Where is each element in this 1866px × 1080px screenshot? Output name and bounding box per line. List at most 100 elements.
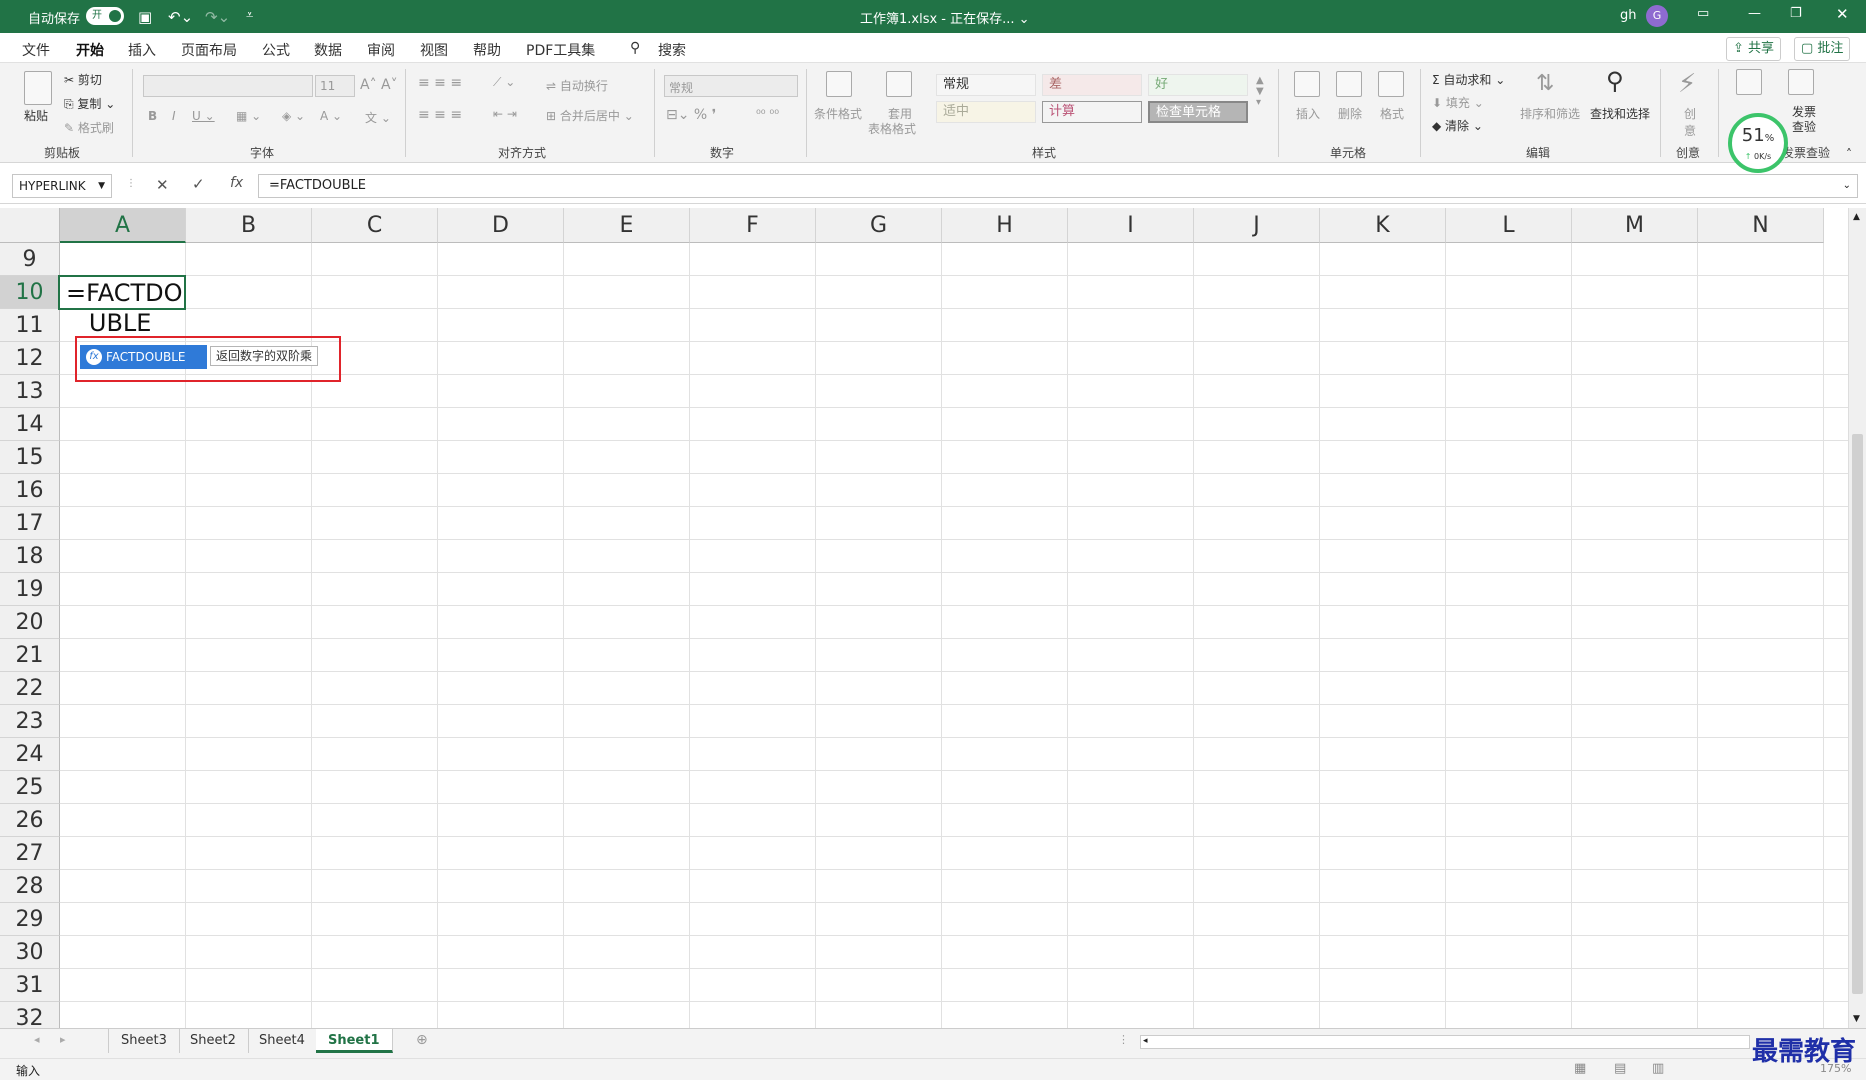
increase-font-icon[interactable]: A˄ A˅ <box>360 77 398 93</box>
minimize-icon[interactable]: — <box>1748 6 1761 21</box>
copy-button[interactable]: ⎘ 复制 ⌄ <box>64 95 115 112</box>
invoice-icon[interactable] <box>1788 69 1814 95</box>
insert-cells-button[interactable]: 插入 <box>1296 105 1320 122</box>
scroll-down-icon[interactable]: ▼ <box>1853 1014 1860 1024</box>
column-header-k[interactable]: K <box>1320 208 1446 243</box>
row-header-27[interactable]: 27 <box>0 837 60 870</box>
ribbon-display-icon[interactable]: ▭ <box>1697 6 1709 21</box>
row-header-16[interactable]: 16 <box>0 474 60 507</box>
row-header-13[interactable]: 13 <box>0 375 60 408</box>
autosave-toggle[interactable]: 开 <box>86 7 124 25</box>
delete-cells-icon[interactable] <box>1336 71 1362 97</box>
style-calculation[interactable]: 计算 <box>1042 101 1142 123</box>
row-header-31[interactable]: 31 <box>0 969 60 1002</box>
column-header-l[interactable]: L <box>1446 208 1572 243</box>
sheet-tab-sheet1[interactable]: Sheet1 <box>316 1029 393 1053</box>
normal-view-icon[interactable]: ▦ <box>1574 1061 1586 1076</box>
number-format-combo[interactable]: 常规 <box>664 75 798 97</box>
row-header-14[interactable]: 14 <box>0 408 60 441</box>
scroll-up-icon[interactable]: ▲ <box>1853 212 1860 222</box>
phonetic-icon[interactable]: 文 ⌄ <box>365 109 391 126</box>
currency-icon[interactable]: ⊟⌄ % ❜ <box>666 107 716 123</box>
fill-button[interactable]: ⬇ 填充 ⌄ <box>1432 94 1484 111</box>
page-break-view-icon[interactable]: ▥ <box>1652 1061 1664 1076</box>
paste-button[interactable]: 粘贴 <box>24 107 48 124</box>
sheet-tab-sheet2[interactable]: Sheet2 <box>178 1029 249 1053</box>
styles-scroll-icon[interactable]: ▲ ▼ ▾ <box>1256 75 1264 108</box>
row-header-28[interactable]: 28 <box>0 870 60 903</box>
format-painter-button[interactable]: ✎ 格式刷 <box>64 119 114 136</box>
row-header-21[interactable]: 21 <box>0 639 60 672</box>
customize-qat-icon[interactable]: ⩡ <box>246 8 253 23</box>
table-format-label-2[interactable]: 表格格式 <box>868 120 916 137</box>
column-header-e[interactable]: E <box>564 208 690 243</box>
fill-color-icon[interactable]: ◈ ⌄ <box>282 109 305 123</box>
sort-filter-button[interactable]: 排序和筛选 <box>1520 105 1580 122</box>
tab-home[interactable]: 开始 <box>76 40 104 67</box>
tab-help[interactable]: 帮助 <box>473 40 501 60</box>
more-icon[interactable]: ⋮ <box>126 178 136 189</box>
creative-button[interactable]: 创 意 <box>1684 105 1696 139</box>
style-bad[interactable]: 差 <box>1042 74 1142 96</box>
select-all-button[interactable] <box>0 208 60 243</box>
row-header-19[interactable]: 19 <box>0 573 60 606</box>
close-icon[interactable]: ✕ <box>1836 5 1849 23</box>
italic-icon[interactable]: I <box>172 109 176 123</box>
tab-view[interactable]: 视图 <box>420 40 448 60</box>
spreadsheet-grid[interactable]: ABCDEFGHIJKLMN 9 10 11 12 13 14 15 16 17 18 19 20 21… <box>0 208 1848 1028</box>
user-name[interactable]: gh <box>1620 8 1637 23</box>
page-layout-view-icon[interactable]: ▤ <box>1614 1061 1626 1076</box>
sheet-tab-sheet4[interactable]: Sheet4 <box>247 1029 318 1053</box>
invoice-label-2[interactable]: 查验 <box>1792 118 1816 135</box>
row-header-18[interactable]: 18 <box>0 540 60 573</box>
lightning-icon[interactable]: ⚡ <box>1678 69 1696 99</box>
stamp-icon[interactable] <box>1736 69 1762 95</box>
tab-review[interactable]: 审阅 <box>367 40 395 60</box>
column-header-m[interactable]: M <box>1572 208 1698 243</box>
expand-formula-icon[interactable]: ⌄ <box>1843 175 1851 197</box>
cut-button[interactable]: ✂ 剪切 <box>64 71 102 88</box>
redo-icon[interactable]: ↷⌄ <box>205 8 230 26</box>
underline-icon[interactable]: U ⌄ <box>192 109 215 123</box>
row-header-25[interactable]: 25 <box>0 771 60 804</box>
column-header-h[interactable]: H <box>942 208 1068 243</box>
find-select-icon[interactable]: ⚲ <box>1606 67 1624 95</box>
style-check-cell[interactable]: 检查单元格 <box>1148 101 1248 123</box>
add-sheet-icon[interactable]: ⊕ <box>416 1032 428 1048</box>
format-cells-button[interactable]: 格式 <box>1380 105 1404 122</box>
format-cells-icon[interactable] <box>1378 71 1404 97</box>
tab-formulas[interactable]: 公式 <box>262 40 290 60</box>
table-format-icon[interactable] <box>886 71 912 97</box>
row-header-17[interactable]: 17 <box>0 507 60 540</box>
row-header-9[interactable]: 9 <box>0 243 60 276</box>
clear-button[interactable]: ◆ 清除 ⌄ <box>1432 117 1483 134</box>
chevron-down-icon[interactable]: ▼ <box>98 175 105 197</box>
conditional-format-button[interactable]: 条件格式 <box>814 105 862 122</box>
document-title[interactable]: 工作簿1.xlsx - 正在保存... ⌄ <box>860 8 1030 27</box>
row-header-11[interactable]: 11 <box>0 309 60 342</box>
next-sheet-icon[interactable]: ▸ <box>60 1033 66 1046</box>
prev-sheet-icon[interactable]: ◂ <box>34 1033 40 1046</box>
wrap-text-button[interactable]: ⇌ 自动换行 <box>546 77 608 94</box>
style-normal[interactable]: 常规 <box>936 74 1036 96</box>
horizontal-scrollbar[interactable]: ◂ <box>1140 1035 1750 1049</box>
search-icon[interactable]: ⚲ <box>630 40 640 56</box>
save-icon[interactable]: ▣ <box>138 8 152 26</box>
insert-function-icon[interactable]: fx <box>230 175 243 191</box>
merge-center-button[interactable]: ⊞ 合并后居中 ⌄ <box>546 107 634 124</box>
insert-cells-icon[interactable] <box>1294 71 1320 97</box>
column-header-n[interactable]: N <box>1698 208 1824 243</box>
row-header-26[interactable]: 26 <box>0 804 60 837</box>
search-box[interactable]: 搜索 <box>658 40 686 60</box>
column-header-f[interactable]: F <box>690 208 816 243</box>
formula-input[interactable]: =FACTDOUBLE ⌄ <box>258 174 1858 198</box>
row-header-23[interactable]: 23 <box>0 705 60 738</box>
tab-insert[interactable]: 插入 <box>128 40 156 60</box>
network-speed-widget[interactable]: 51% ↑ 0K/s <box>1728 113 1788 173</box>
paste-icon[interactable] <box>24 71 52 105</box>
tab-data[interactable]: 数据 <box>314 40 342 60</box>
orientation-icon[interactable]: ⟋ ⌄ <box>493 75 515 90</box>
column-header-a[interactable]: A <box>60 208 186 243</box>
row-header-32[interactable]: 32 <box>0 1002 60 1028</box>
find-select-button[interactable]: 查找和选择 <box>1590 105 1650 122</box>
